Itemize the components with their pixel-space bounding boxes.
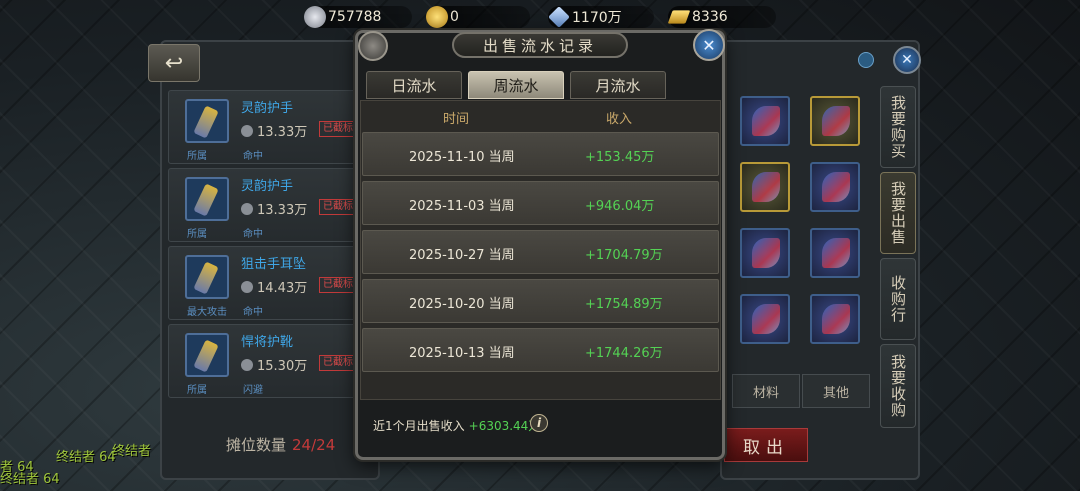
- item-attribute: 闪避: [243, 385, 263, 396]
- currency-silver: 757788: [304, 6, 412, 28]
- dialog-title: 出售流水记录: [452, 32, 628, 58]
- row-date: 2025-11-10 当周: [409, 150, 515, 165]
- item-name: 悍将护靴: [241, 335, 294, 350]
- row-income: +153.45万: [585, 150, 655, 165]
- side-tab-buy[interactable]: 我要购买: [880, 86, 916, 168]
- silver-coin-icon: [241, 281, 253, 293]
- item-attribute: 最大攻击: [187, 307, 227, 318]
- item-name: 灵韵护手: [241, 101, 294, 116]
- table-row: 2025-10-13 当周 +1744.26万: [362, 328, 719, 372]
- column-header-time: 时间: [443, 112, 470, 127]
- inventory-slot[interactable]: [810, 96, 860, 146]
- item-price: 15.30万: [241, 355, 307, 374]
- slot-count-value: 24/24: [292, 436, 336, 454]
- player-name-label: 终结者 64: [56, 450, 116, 465]
- item-attribute: 所属: [187, 151, 207, 162]
- row-income: +1754.89万: [585, 297, 663, 312]
- row-income: +1704.79万: [585, 248, 663, 263]
- row-date: 2025-11-03 当周: [409, 199, 515, 214]
- item-attribute: 命中: [243, 151, 263, 162]
- side-tab-request-buy[interactable]: 我要收购: [880, 344, 916, 428]
- currency-crystal: 1170万: [548, 6, 654, 28]
- crystal-icon: [548, 6, 570, 28]
- currency-gold-bar: 8336: [667, 6, 776, 28]
- table-row: 2025-11-03 当周 +946.04万: [362, 181, 719, 225]
- player-name-label: 终结者: [112, 444, 152, 459]
- item-price: 13.33万: [241, 199, 307, 218]
- currency-value: 8336: [692, 9, 728, 25]
- take-out-button[interactable]: 取出: [724, 428, 808, 462]
- row-date: 2025-10-13 当周: [409, 346, 515, 361]
- row-date: 2025-10-27 当周: [409, 248, 515, 263]
- tab-weekly[interactable]: 周流水: [468, 71, 564, 99]
- item-attribute: 命中: [243, 307, 263, 318]
- row-date: 2025-10-20 当周: [409, 297, 515, 312]
- inventory-slot[interactable]: [810, 294, 860, 344]
- inventory-slot[interactable]: [740, 162, 790, 212]
- ornament-icon: [358, 31, 388, 61]
- item-name: 灵韵护手: [241, 179, 294, 194]
- category-materials-button[interactable]: 材料: [732, 374, 800, 408]
- row-income: +1744.26万: [585, 346, 663, 361]
- gold-coin-icon: [426, 6, 448, 28]
- row-income: +946.04万: [585, 199, 655, 214]
- inventory-slot[interactable]: [740, 96, 790, 146]
- close-icon[interactable]: ✕: [893, 46, 921, 74]
- monthly-total-label: 近1个月出售收入: [373, 419, 465, 433]
- silver-coin-icon: [241, 359, 253, 371]
- silver-coin-icon: [304, 6, 326, 28]
- inventory-slot[interactable]: [810, 162, 860, 212]
- item-price: 13.33万: [241, 121, 307, 140]
- currency-value: 757788: [328, 9, 382, 25]
- stall-item-card[interactable]: 灵韵护手 13.33万 已截标 所属 命中: [168, 90, 368, 164]
- currency-value: 0: [450, 9, 459, 25]
- item-attribute: 所属: [187, 385, 207, 396]
- column-header-income: 收入: [606, 112, 633, 127]
- currency-value: 1170万: [572, 10, 622, 26]
- stall-item-card[interactable]: 灵韵护手 13.33万 已截标 所属 命中: [168, 168, 368, 242]
- table-row: 2025-10-20 当周 +1754.89万: [362, 279, 719, 323]
- tab-daily[interactable]: 日流水: [366, 71, 462, 99]
- info-icon[interactable]: i: [530, 414, 548, 432]
- slot-count-label: 摊位数量: [226, 436, 287, 454]
- category-other-button[interactable]: 其他: [802, 374, 870, 408]
- item-name: 狙击手耳坠: [241, 257, 307, 272]
- item-attribute: 命中: [243, 229, 263, 240]
- table-row: 2025-11-10 当周 +153.45万: [362, 132, 719, 176]
- back-button[interactable]: ↩: [148, 44, 200, 82]
- monthly-total: 近1个月出售收入 +6303.44万: [373, 417, 540, 434]
- inventory-slot[interactable]: [810, 228, 860, 278]
- player-name-label: 者 64: [0, 460, 34, 475]
- table-row: 2025-10-27 当周 +1704.79万: [362, 230, 719, 274]
- stall-slot-count: 摊位数量 24/24: [226, 434, 335, 455]
- gauntlet-item-icon: [185, 99, 229, 143]
- side-tab-sell[interactable]: 我要出售: [880, 172, 916, 254]
- inventory-slot[interactable]: [740, 228, 790, 278]
- tab-monthly[interactable]: 月流水: [570, 71, 666, 99]
- boots-item-icon: [185, 333, 229, 377]
- gauntlet-item-icon: [185, 177, 229, 221]
- stall-item-card[interactable]: 悍将护靴 15.30万 已截标 所属 闪避: [168, 324, 368, 398]
- close-icon[interactable]: ✕: [693, 29, 725, 61]
- inventory-slot[interactable]: [740, 294, 790, 344]
- silver-coin-icon: [241, 203, 253, 215]
- silver-coin-icon: [241, 125, 253, 137]
- currency-gold: 0: [426, 6, 530, 28]
- item-attribute: 所属: [187, 229, 207, 240]
- side-tab-purchase-house[interactable]: 收购行: [880, 258, 916, 340]
- item-price: 14.43万: [241, 277, 307, 296]
- stall-item-card[interactable]: 狙击手耳坠 14.43万 已截标 最大攻击 命中: [168, 246, 368, 320]
- gold-bar-icon: [667, 10, 691, 24]
- help-icon[interactable]: [858, 52, 874, 68]
- earring-item-icon: [185, 255, 229, 299]
